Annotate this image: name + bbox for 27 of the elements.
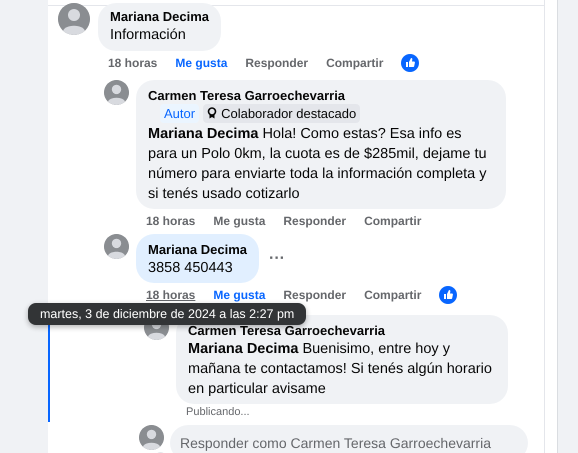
share-link[interactable]: Compartir xyxy=(364,212,422,230)
author-name[interactable]: Carmen Teresa Garroechevarria xyxy=(188,322,496,339)
reply-link[interactable]: Responder xyxy=(283,286,346,304)
reply-link[interactable]: Responder xyxy=(245,54,308,72)
award-icon xyxy=(207,107,218,119)
badge-label: Colaborador destacado xyxy=(203,104,360,123)
comment-text: Mariana Decima Hola! Como estas? Esa info es para un Polo 0km, la cuota es de $285mil, dejame tu número para enviarte toda la información completa y si tenés usado cotizarlo xyxy=(148,125,488,204)
reply-field[interactable]: Responder como Carmen Teresa Garroechevarria xyxy=(170,425,528,453)
share-link[interactable]: Compartir xyxy=(326,54,384,72)
author-name[interactable]: Carmen Teresa Garroechevarria xyxy=(148,87,494,104)
timestamp-link[interactable]: 18 horas xyxy=(108,54,158,72)
comment-text: Mariana Decima Buenisimo, entre hoy y mañana te contactamos! Si tenés algún horario en particular avisame xyxy=(188,340,493,399)
like-link[interactable]: Me gusta xyxy=(213,286,266,304)
date-tooltip: martes, 3 de diciembre de 2024 a las 2:27 pm xyxy=(28,303,306,325)
comment-text: 3858 450443 xyxy=(148,259,234,278)
like-link[interactable]: Me gusta xyxy=(175,54,228,72)
timestamp-link[interactable]: 18 horas xyxy=(146,212,196,230)
author-name[interactable]: Mariana Decima xyxy=(148,241,247,258)
badge-label: Autor xyxy=(160,104,200,123)
author-name[interactable]: Mariana Decima xyxy=(110,8,209,25)
posting-status: Publicando... xyxy=(186,405,251,419)
share-link[interactable]: Compartir xyxy=(364,286,422,304)
timestamp-link[interactable]: 18 horas xyxy=(146,286,196,304)
comment-text: Información xyxy=(110,26,187,45)
like-link[interactable]: Me gusta xyxy=(213,212,266,230)
more-button[interactable]: ··· xyxy=(259,246,295,270)
reply-link[interactable]: Responder xyxy=(283,212,346,230)
